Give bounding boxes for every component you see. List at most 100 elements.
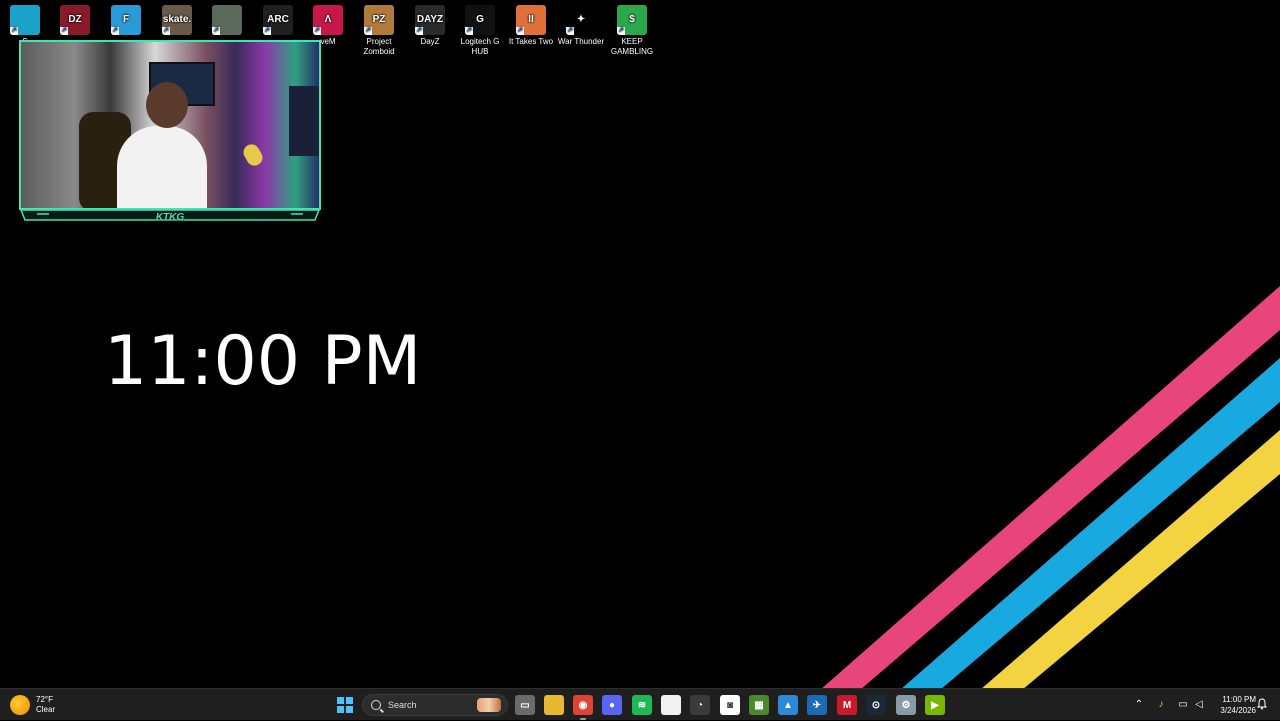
shortcut-arrow-icon: ↗ [364, 27, 372, 35]
microphone-icon[interactable]: ♪ [1155, 699, 1167, 711]
desktop-shortcut-label: DayZ [420, 37, 440, 46]
desktop-shortcut[interactable]: skate. ↗ [152, 4, 202, 37]
desktop-shortcut-label: Project Zomboid [363, 37, 395, 56]
webcam-person-head [146, 82, 188, 128]
desktop-shortcut[interactable]: ↗ [202, 4, 252, 37]
shortcut-arrow-icon: ↗ [465, 27, 473, 35]
icon-glyph: F [122, 14, 130, 25]
wallpaper-stripe-yellow [980, 430, 1280, 690]
desktop-shortcut[interactable]: ARC ↗ [253, 4, 303, 37]
nvidia-icon[interactable]: ▶ [925, 695, 945, 715]
icon-glyph: II [528, 14, 534, 25]
taskbar-app-glyph: ▲ [783, 699, 793, 711]
shortcut-arrow-icon: ↗ [111, 27, 119, 35]
dayz-alt-icon: DZ ↗ [60, 5, 90, 35]
skate-icon: skate. ↗ [162, 5, 192, 35]
desktop-shortcut-label: Logitech G HUB [460, 37, 500, 56]
taskbar: 72°F Clear Search ▭ ◉ ● ≋ ◔ ◙ ▦ ▲ ✈ M ⊙ ⚙ ▶ ⌃ ♪ ▭ ◁ … [0, 688, 1280, 720]
it-takes-two-icon: II ↗ [516, 5, 546, 35]
icon-glyph: $ [629, 14, 635, 25]
desktop-shortcut-label: War Thunder [557, 37, 605, 46]
icon-glyph: Λ [324, 14, 332, 25]
dayz-icon: DAYZ ↗ [415, 5, 445, 35]
desktop-shortcut[interactable]: II ↗ It Takes Two [506, 4, 556, 47]
task-view-icon[interactable]: ▭ [515, 695, 535, 715]
network-icon[interactable]: ▭ [1177, 699, 1189, 711]
icon-glyph: G [476, 14, 484, 25]
shortcut-arrow-icon: ↗ [566, 27, 574, 35]
gear-icon[interactable]: ⚙ [896, 695, 916, 715]
webcam-microphone [240, 141, 266, 169]
project-zomboid-icon: PZ ↗ [364, 5, 394, 35]
minecraft-icon[interactable]: ▦ [749, 695, 769, 715]
desktop-shortcut[interactable]: ✦ ↗ War Thunder [556, 4, 606, 47]
smiley-icon: ↗ [10, 5, 40, 35]
desktop-shortcut[interactable]: DZ ↗ [50, 4, 100, 37]
icon-glyph: PZ [372, 14, 386, 25]
weather-condition: Clear [36, 705, 56, 714]
document-icon[interactable] [661, 695, 681, 715]
taskbar-app-glyph: ⚙ [901, 699, 911, 711]
taskbar-app-glyph: ✈ [812, 699, 822, 711]
discord-app-icon[interactable]: ◙ [720, 695, 740, 715]
photos-icon[interactable]: ▲ [778, 695, 798, 715]
shortcut-arrow-icon: ↗ [516, 27, 524, 35]
shortcut-arrow-icon: ↗ [60, 27, 68, 35]
desktop-shortcut[interactable]: F ↗ [101, 4, 151, 37]
dollar-icon: $ ↗ [617, 5, 647, 35]
folder-icon[interactable] [544, 695, 564, 715]
shortcut-arrow-icon: ↗ [212, 27, 220, 35]
shortcut-arrow-icon: ↗ [313, 27, 321, 35]
taskbar-date: 3/24/2026 [1220, 706, 1256, 715]
taskbar-app-glyph: ▦ [754, 699, 764, 711]
webcam-overlay [19, 40, 321, 210]
desktop-shortcut-label: It Takes Two [508, 37, 554, 46]
webcam-monitor-side [289, 86, 319, 156]
shortcut-arrow-icon: ↗ [415, 27, 423, 35]
desktop-clock: 11:00 PM [104, 322, 422, 401]
weather-widget[interactable]: 72°F Clear [10, 692, 55, 718]
shortcut-arrow-icon: ↗ [162, 27, 170, 35]
taskbar-clock[interactable]: 11:00 PM 3/24/2026 [1210, 694, 1256, 716]
spotify-icon[interactable]: ≋ [632, 695, 652, 715]
icon-glyph: ✦ [576, 14, 586, 25]
shortcut-arrow-icon: ↗ [263, 27, 271, 35]
desktop-shortcut[interactable]: PZ ↗ Project Zomboid [354, 4, 404, 57]
taskbar-app-glyph: ⊙ [871, 699, 881, 711]
search-icon [371, 700, 381, 710]
search-placeholder: Search [388, 700, 417, 710]
taskbar-app-glyph: M [842, 699, 852, 711]
taskbar-app-glyph: ◙ [726, 699, 734, 711]
chevron-up-icon[interactable]: ⌃ [1133, 699, 1145, 711]
desktop-shortcut[interactable]: $ ↗ KEEP GAMBLING [607, 4, 657, 57]
taskbar-app-glyph: ▶ [931, 699, 939, 711]
webcam-person-body [117, 126, 207, 208]
shortcut-arrow-icon: ↗ [10, 27, 18, 35]
icon-glyph: DAYZ [416, 14, 444, 25]
chrome-icon[interactable]: ◉ [573, 695, 593, 720]
taskbar-app-glyph: ● [608, 699, 616, 711]
desktop-shortcut-label: KEEP GAMBLING [610, 37, 654, 56]
taskbar-app-glyph: ≋ [637, 699, 647, 711]
icon-glyph: ARC [267, 14, 289, 25]
notification-bell-icon[interactable] [1257, 698, 1267, 710]
msi-icon[interactable]: M [837, 695, 857, 715]
taskbar-search[interactable]: Search [362, 694, 508, 716]
steam-icon[interactable]: ⊙ [866, 695, 886, 715]
wallpaper-stripe-blue [900, 358, 1280, 690]
fortnite-icon: F ↗ [111, 5, 141, 35]
icon-glyph: DZ [68, 14, 82, 25]
start-button[interactable] [337, 697, 353, 713]
weather-moon-icon [10, 695, 30, 715]
fivem-icon: Λ ↗ [313, 5, 343, 35]
discord-icon[interactable]: ● [602, 695, 622, 715]
taskbar-app-glyph: ▭ [520, 699, 530, 711]
desktop-shortcut[interactable]: DAYZ ↗ DayZ [405, 4, 455, 47]
tidal-icon[interactable]: ✈ [807, 695, 827, 715]
taskbar-app-glyph: ◉ [578, 699, 588, 711]
volume-icon[interactable]: ◁ [1193, 699, 1205, 711]
desktop-shortcut[interactable]: G ↗ Logitech G HUB [455, 4, 505, 57]
obs-icon[interactable]: ◔ [690, 695, 710, 715]
taskbar-app-glyph: ◔ [696, 699, 704, 711]
windows-logo-icon [337, 697, 344, 704]
